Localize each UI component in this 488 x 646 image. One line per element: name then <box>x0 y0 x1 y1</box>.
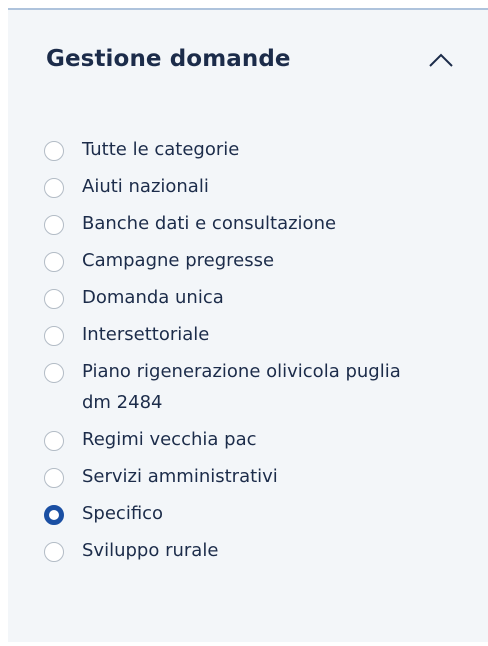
radio-option[interactable]: Intersettoriale <box>44 323 464 350</box>
radio-label: Tutte le categorie <box>82 139 240 160</box>
radio-option[interactable]: Servizi amministrativi <box>44 465 464 492</box>
radio-label: Regimi vecchia pac <box>82 429 257 450</box>
radio-option[interactable]: Specifico <box>44 502 464 529</box>
radio-label: Piano rigenerazione olivicola puglia dm … <box>82 361 401 413</box>
radio-button[interactable] <box>44 215 64 235</box>
section-title: Gestione domande <box>46 46 291 72</box>
radio-button[interactable] <box>44 178 64 198</box>
radio-label: Campagne pregresse <box>82 250 275 271</box>
radio-button[interactable] <box>44 542 64 562</box>
filter-panel: Gestione domande Tutte le categorie Aiut… <box>8 8 488 642</box>
radio-option[interactable]: Aiuti nazionali <box>44 175 464 202</box>
radio-button[interactable] <box>44 326 64 346</box>
radio-button[interactable] <box>44 363 64 383</box>
radio-option[interactable]: Sviluppo rurale <box>44 539 464 566</box>
radio-label: Domanda unica <box>82 287 224 308</box>
radio-option[interactable]: Piano rigenerazione olivicola puglia dm … <box>44 360 464 418</box>
radio-label: Banche dati e consultazione <box>82 213 337 234</box>
radio-label: Servizi amministrativi <box>82 466 278 487</box>
radio-button[interactable] <box>44 468 64 488</box>
radio-label: Specifico <box>82 503 164 524</box>
radio-label: Aiuti nazionali <box>82 176 209 197</box>
section-header[interactable]: Gestione domande <box>46 44 458 84</box>
radio-option[interactable]: Campagne pregresse <box>44 249 464 276</box>
chevron-up-icon[interactable] <box>424 44 458 78</box>
radio-label: Intersettoriale <box>82 324 210 345</box>
radio-button[interactable] <box>44 431 64 451</box>
radio-option[interactable]: Banche dati e consultazione <box>44 212 464 239</box>
radio-label: Sviluppo rurale <box>82 540 219 561</box>
radio-button[interactable] <box>44 289 64 309</box>
radio-button[interactable] <box>44 141 64 161</box>
radio-button[interactable] <box>44 252 64 272</box>
category-radio-group: Tutte le categorie Aiuti nazionali Banch… <box>44 138 464 576</box>
radio-button[interactable] <box>44 505 64 525</box>
radio-option[interactable]: Tutte le categorie <box>44 138 464 165</box>
radio-option[interactable]: Regimi vecchia pac <box>44 428 464 455</box>
radio-option[interactable]: Domanda unica <box>44 286 464 313</box>
